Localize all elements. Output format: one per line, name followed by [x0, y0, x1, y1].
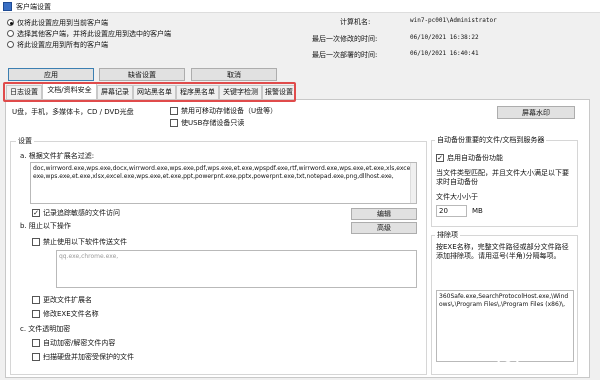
tab-alarm-settings[interactable]: 报警设置	[262, 85, 296, 99]
radio-all-clients[interactable]	[7, 41, 14, 48]
scan-disk-checkbox[interactable]	[32, 353, 40, 361]
enable-backup-label: 启用自动备份功能	[447, 154, 503, 162]
modify-exe-checkbox[interactable]	[32, 310, 40, 318]
default-settings-button[interactable]: 缺省设置	[99, 68, 185, 81]
radio-selected-clients[interactable]	[7, 30, 14, 37]
tab-keyword-detection[interactable]: 关键字检测	[219, 85, 262, 99]
radio-current-client[interactable]	[7, 19, 14, 26]
block-operations-label: b. 阻止以下操作	[20, 222, 71, 230]
window-title: 客户端设置	[16, 3, 51, 11]
file-size-input[interactable]: 20	[436, 205, 467, 217]
last-modified-label: 最后一次修改的时间:	[312, 35, 378, 43]
edit-button[interactable]: 编辑	[351, 208, 417, 220]
auto-encrypt-label: 自动加密/解密文件内容	[43, 339, 116, 347]
scan-disk-label: 扫描硬盘并加密受保护的文件	[43, 353, 134, 361]
tab-screen-recording[interactable]: 屏幕记录	[97, 85, 133, 99]
watermark-text: 路由器	[524, 348, 564, 363]
advanced-button[interactable]: 高级	[351, 222, 417, 234]
screen-watermark-button[interactable]: 屏幕水印	[497, 106, 575, 119]
modify-exe-label: 修改EXE文件名称	[43, 310, 99, 318]
app-icon	[3, 2, 12, 11]
exclusion-group-title: 排除项	[435, 230, 460, 240]
change-extension-checkbox[interactable]	[32, 296, 40, 304]
transparent-encryption-label: c. 文件透明加密	[20, 325, 71, 333]
software-list-field[interactable]: qq.exe,chrome.exe,	[56, 250, 417, 288]
usb-readonly-label: 使USB存储设备只读	[181, 119, 245, 127]
watermark-subtext: luyouqi.com	[525, 362, 562, 369]
last-modified-value: 06/10/2021 16:38:22	[410, 34, 479, 41]
record-access-checkbox[interactable]: ✓	[32, 209, 40, 217]
exclusion-list-text: 360Safe.exe,SearchProtocolHost.exe,\Wind…	[439, 293, 569, 308]
extension-list-scrollbar[interactable]	[410, 163, 416, 203]
tab-document-security[interactable]: 文档/资料安全	[42, 83, 97, 99]
software-list-text: qq.exe,chrome.exe,	[59, 253, 119, 260]
change-extension-label: 更改文件扩展名	[43, 296, 92, 304]
last-deployed-value: 06/10/2021 16:40:41	[410, 50, 479, 57]
radio-all-clients-label: 将此设置应用到所有的客户端	[17, 41, 108, 49]
block-software-checkbox[interactable]	[32, 238, 40, 246]
radio-current-client-label: 仅将此设置应用到当前客户端	[17, 19, 108, 27]
record-access-label: 记录追踪敏感的文件访问	[43, 209, 120, 217]
file-size-unit: MB	[472, 207, 483, 215]
usb-readonly-checkbox[interactable]	[170, 119, 178, 127]
tab-program-blacklist[interactable]: 程序黑名单	[176, 85, 219, 99]
exclusion-note: 按EXE名称，完整文件路径或部分文件路径添加排除项。请用逗号(半角)分隔每项。	[436, 243, 569, 260]
extension-list-field[interactable]: doc,wirrword.exe,wps.exe,docx,wirrword.e…	[30, 162, 417, 204]
last-deployed-label: 最后一次部署的时间:	[312, 51, 378, 59]
cancel-button[interactable]: 取消	[191, 68, 277, 81]
computer-name-value: win7-pc001\Administrator	[410, 17, 497, 24]
disable-mobile-storage-checkbox[interactable]	[170, 107, 178, 115]
auto-encrypt-checkbox[interactable]	[32, 339, 40, 347]
site-watermark: 路由器 luyouqi.com	[496, 344, 588, 374]
computer-name-label: 计算机名:	[340, 18, 371, 26]
usb-devices-label: U盘，手机，多媒体卡，CD / DVD光盘	[12, 108, 134, 116]
enable-backup-checkbox[interactable]: ✓	[436, 154, 444, 162]
settings-group-title: 设置	[16, 136, 34, 146]
apply-button[interactable]: 应用	[8, 68, 94, 81]
router-logo-icon	[497, 347, 519, 369]
block-software-label: 禁止使用以下软件传送文件	[43, 238, 127, 246]
backup-note: 当文件类型匹配，并且文件大小满足以下要求时自动备份	[436, 169, 569, 186]
tab-log-settings[interactable]: 日志设置	[6, 85, 42, 99]
tab-website-blacklist[interactable]: 网站黑名单	[133, 85, 176, 99]
title-bar: 客户端设置	[0, 0, 600, 13]
radio-selected-clients-label: 选择其他客户端，并将此设置应用到选中的客户端	[17, 30, 171, 38]
extension-filter-label: a. 根据文件扩展名过滤:	[20, 152, 95, 160]
file-size-label: 文件大小小于	[436, 193, 478, 201]
disable-mobile-storage-label: 禁用可移动存储设备（U盘等）	[181, 107, 278, 115]
backup-group-title: 自动备份重要的文件/文档到服务器	[435, 135, 547, 145]
extension-list-text: doc,wirrword.exe,wps.exe,docx,wirrword.e…	[33, 165, 414, 180]
